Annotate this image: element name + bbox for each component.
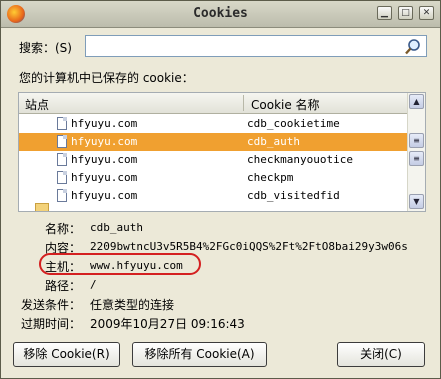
page-icon: [57, 171, 67, 184]
column-divider[interactable]: [243, 95, 244, 111]
list-item-name: checkpm: [247, 171, 294, 184]
cookies-window: Cookies ▁ □ ✕ 搜索：(S) 您的计算机中已保存的 cookie： …: [0, 0, 441, 379]
folder-icon: [35, 203, 49, 211]
content-value: 2209bwtncU3v5R5B4%2FGc0iQQS%2Ft%2FtO8bai…: [90, 240, 408, 253]
search-input[interactable]: [85, 35, 427, 57]
send-for-label: 发送条件：: [20, 298, 81, 312]
maximize-button[interactable]: □: [398, 6, 413, 20]
search-label: 搜索：(S): [19, 41, 72, 55]
scroll-thumb[interactable]: ≡: [409, 133, 424, 148]
list-item-name: cdb_cookietime: [247, 117, 340, 130]
page-icon: [57, 189, 67, 202]
page-icon: [57, 135, 67, 148]
magnifier-icon[interactable]: [404, 38, 422, 56]
scroll-thumb-lower[interactable]: ≡: [409, 151, 424, 166]
scroll-up-button[interactable]: ▲: [409, 94, 424, 109]
list-item-name: cdb_visitedfid: [247, 189, 340, 202]
column-header-cookie-name[interactable]: Cookie 名称: [251, 96, 320, 113]
title-bar[interactable]: Cookies ▁ □ ✕: [1, 1, 440, 28]
page-icon: [57, 117, 67, 130]
path-value: /: [90, 278, 97, 291]
scroll-down-button[interactable]: ▼: [409, 194, 424, 209]
list-header: 站点 Cookie 名称: [19, 93, 409, 114]
list-item-name: checkmanyouotice: [247, 153, 353, 166]
remove-cookie-button[interactable]: 移除 Cookie(R): [13, 342, 120, 367]
list-item[interactable]: hfyuyu.com checkmanyouotice: [19, 151, 409, 169]
list-item-host: hfyuyu.com: [71, 117, 138, 130]
host-label: 主机：: [44, 260, 81, 274]
path-label: 路径：: [44, 279, 81, 293]
list-item-host: hfyuyu.com: [71, 189, 138, 202]
list-item[interactable]: hfyuyu.com checkpm: [19, 169, 409, 187]
column-header-site[interactable]: 站点: [25, 96, 49, 113]
list-item[interactable]: hfyuyu.com cdb_cookietime: [19, 115, 409, 133]
name-label: 名称：: [44, 222, 81, 236]
minimize-button[interactable]: ▁: [377, 6, 392, 20]
window-title: Cookies: [193, 6, 248, 21]
list-item-host: hfyuyu.com: [71, 135, 138, 148]
list-item-host: hfyuyu.com: [71, 153, 138, 166]
saved-cookies-label: 您的计算机中已保存的 cookie：: [19, 71, 194, 85]
remove-all-cookies-button[interactable]: 移除所有 Cookie(A): [132, 342, 267, 367]
list-item-host: hfyuyu.com: [71, 171, 138, 184]
list-item[interactable]: hfyuyu.com cdb_visitedfid: [19, 187, 409, 205]
cookie-list[interactable]: 站点 Cookie 名称 hfyuyu.com cdb_cookietime h…: [18, 92, 426, 212]
send-for-value: 任意类型的连接: [90, 298, 175, 312]
expires-label: 过期时间：: [20, 317, 81, 331]
close-button[interactable]: 关闭(C): [337, 342, 425, 367]
page-icon: [57, 153, 67, 166]
list-scrollbar[interactable]: ▲ ≡ ≡ ▼: [407, 93, 425, 211]
close-window-button[interactable]: ✕: [419, 6, 434, 20]
list-item-name: cdb_auth: [247, 135, 300, 148]
list-item-selected[interactable]: hfyuyu.com cdb_auth: [19, 133, 409, 151]
host-value: www.hfyuyu.com: [90, 259, 183, 272]
expires-value: 2009年10月27日 09:16:43: [90, 317, 245, 331]
name-value: cdb_auth: [90, 221, 143, 234]
